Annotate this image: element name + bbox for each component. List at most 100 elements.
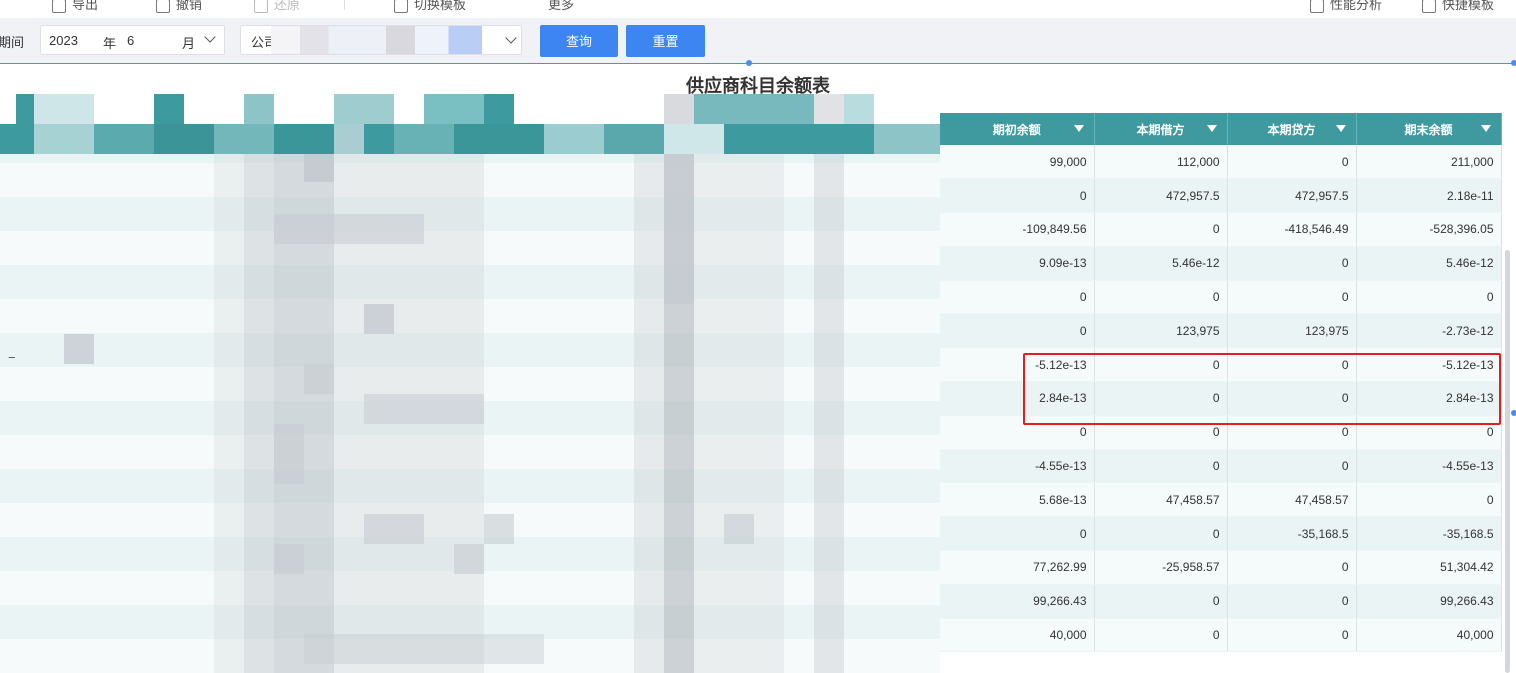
more-button[interactable]: 更多 — [548, 0, 574, 13]
redacted-block — [304, 634, 544, 664]
redacted-block — [64, 334, 94, 364]
month-unit: 月 — [182, 36, 196, 51]
table-cell[interactable]: 47,458.57 — [1094, 482, 1228, 518]
table-row: 0 123,975 123,975 -2.73e-12 — [940, 313, 1502, 349]
redacted-block — [364, 304, 394, 334]
table-cell[interactable]: -418,546.49 — [1227, 212, 1357, 247]
table-cell[interactable]: 0 — [1094, 584, 1228, 619]
table-cell[interactable]: -528,396.05 — [1356, 212, 1502, 247]
table-cell[interactable]: -4.55e-13 — [1356, 449, 1502, 484]
template-icon — [1422, 0, 1436, 13]
company-selector[interactable]: 公司 — [240, 25, 522, 55]
filter-bar: 期间 2023 年 6 月 公司 查询 重置 — [0, 18, 1516, 64]
vertical-scrollbar[interactable] — [1505, 250, 1510, 673]
redacted-block — [364, 394, 484, 424]
table-cell[interactable]: 0 — [1227, 381, 1357, 416]
table-cell[interactable]: -2.73e-12 — [1356, 313, 1502, 349]
query-button[interactable]: 查询 — [540, 25, 618, 57]
collapse-icon[interactable]: − — [8, 114, 16, 129]
table-cell[interactable]: 0 — [940, 313, 1095, 349]
table-cell[interactable]: 0 — [1227, 449, 1357, 484]
resize-handle[interactable] — [746, 60, 752, 66]
table-cell[interactable]: 472,957.5 — [1227, 178, 1357, 214]
table-cell[interactable]: 0 — [940, 415, 1095, 450]
table-cell[interactable]: 47,458.57 — [1227, 482, 1357, 518]
table-cell[interactable]: 0 — [1227, 145, 1357, 180]
table-cell[interactable]: -5.12e-13 — [1356, 347, 1502, 383]
table-cell[interactable]: 0 — [1356, 482, 1502, 518]
table-cell[interactable]: -25,958.57 — [1094, 550, 1228, 585]
redacted-block — [304, 154, 334, 182]
filter-dropdown-icon[interactable] — [1480, 125, 1491, 132]
redacted-block — [274, 544, 304, 574]
table-cell[interactable]: 0 — [1094, 516, 1228, 552]
table-cell[interactable]: -35,168.5 — [1356, 516, 1502, 552]
table-cell[interactable]: 123,975 — [1094, 313, 1228, 349]
column-header-period-credit[interactable]: 本期贷方 — [1227, 113, 1357, 145]
table-cell[interactable]: 0 — [940, 280, 1095, 315]
table-cell[interactable]: 99,000 — [940, 145, 1095, 180]
switch-template-button[interactable]: 切换模板 — [394, 0, 466, 13]
chart-icon — [1310, 0, 1324, 13]
export-button[interactable]: 导出 — [52, 0, 98, 13]
table-cell[interactable]: 99,266.43 — [1356, 584, 1502, 619]
table-cell[interactable]: 0 — [1094, 415, 1228, 450]
reset-button[interactable]: 重置 — [626, 25, 705, 57]
table-cell[interactable]: 40,000 — [940, 618, 1095, 653]
table-cell[interactable]: 5.68e-13 — [940, 482, 1095, 518]
filter-dropdown-icon[interactable] — [1073, 125, 1084, 132]
period-selector[interactable]: 2023 年 6 月 — [40, 25, 225, 55]
toolbar-divider — [344, 0, 345, 10]
table-cell[interactable]: 51,304.42 — [1356, 550, 1502, 585]
table-cell[interactable]: 2.84e-13 — [1356, 381, 1502, 416]
table-cell[interactable]: 0 — [940, 178, 1095, 214]
table-cell[interactable]: 123,975 — [1227, 313, 1357, 349]
table-cell[interactable]: 0 — [1356, 415, 1502, 450]
table-cell[interactable]: 5.46e-12 — [1094, 246, 1228, 281]
table-cell[interactable]: 0 — [1227, 550, 1357, 585]
table-cell[interactable]: 40,000 — [1356, 618, 1502, 653]
table-cell[interactable]: 211,000 — [1356, 145, 1502, 180]
filter-dropdown-icon[interactable] — [1335, 125, 1346, 132]
collapse-icon[interactable]: − — [8, 350, 16, 365]
undo-button[interactable]: 撤销 — [156, 0, 202, 13]
table-cell[interactable]: 0 — [1227, 280, 1357, 315]
table-cell[interactable]: 0 — [940, 516, 1095, 552]
table-cell[interactable]: 0 — [1227, 246, 1357, 281]
table-cell[interactable]: 9.09e-13 — [940, 246, 1095, 281]
column-header-period-debit[interactable]: 本期借方 — [1094, 113, 1228, 145]
column-header-opening-balance[interactable]: 期初余额 — [940, 113, 1095, 145]
table-cell[interactable]: 0 — [1094, 381, 1228, 416]
column-header-closing-balance[interactable]: 期末余额 — [1356, 113, 1502, 145]
performance-analysis-button[interactable]: 性能分析 — [1310, 0, 1382, 13]
filter-dropdown-icon[interactable] — [1206, 125, 1217, 132]
table-body: 99,000 112,000 0 211,000 0 472,957.5 472,957.5… — [940, 145, 1502, 653]
table-cell[interactable]: 0 — [1094, 280, 1228, 315]
table-cell[interactable]: 0 — [1094, 618, 1228, 653]
table-cell[interactable]: 0 — [1227, 618, 1357, 653]
table-cell[interactable]: 5.46e-12 — [1356, 246, 1502, 281]
table-cell[interactable]: 0 — [1227, 584, 1357, 619]
chevron-down-icon — [204, 31, 216, 43]
redo-button[interactable]: 还原 — [254, 0, 300, 13]
table-cell[interactable]: 112,000 — [1094, 145, 1228, 180]
table-cell[interactable]: -109,849.56 — [940, 212, 1095, 247]
table-cell[interactable]: 0 — [1227, 347, 1357, 383]
redacted-block — [664, 154, 694, 304]
table-cell[interactable]: -4.55e-13 — [940, 449, 1095, 484]
resize-handle[interactable] — [1511, 60, 1516, 66]
table-cell[interactable]: 77,262.99 — [940, 550, 1095, 585]
table-cell[interactable]: 0 — [1227, 415, 1357, 450]
table-cell[interactable]: 99,266.43 — [940, 584, 1095, 619]
quick-template-button[interactable]: 快捷模板 — [1422, 0, 1494, 13]
table-cell[interactable]: 0 — [1094, 449, 1228, 484]
table-cell[interactable]: 2.84e-13 — [940, 381, 1095, 416]
table-cell[interactable]: 472,957.5 — [1094, 178, 1228, 214]
table-cell[interactable]: 2.18e-11 — [1356, 178, 1502, 214]
resize-handle[interactable] — [1511, 410, 1516, 416]
table-cell[interactable]: 0 — [1356, 280, 1502, 315]
table-cell[interactable]: -5.12e-13 — [940, 347, 1095, 383]
table-cell[interactable]: 0 — [1094, 212, 1228, 247]
table-cell[interactable]: -35,168.5 — [1227, 516, 1357, 552]
table-cell[interactable]: 0 — [1094, 347, 1228, 383]
